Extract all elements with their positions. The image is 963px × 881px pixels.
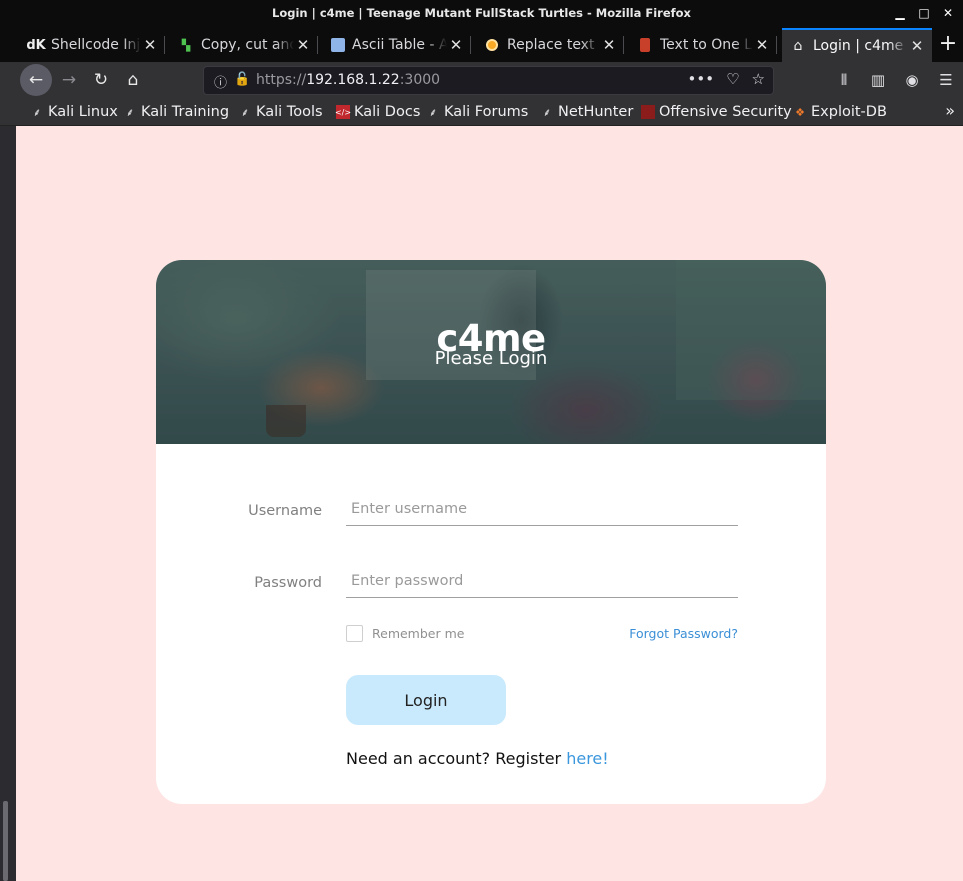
orange-dot-icon xyxy=(484,37,500,53)
bookmark-kali-docs[interactable]: </> Kali Docs xyxy=(335,102,420,122)
close-tab-icon[interactable]: ✕ xyxy=(141,36,159,54)
tab-copy-cut[interactable]: ▚ Copy, cut and paste ✕ xyxy=(170,28,318,62)
password-label: Password xyxy=(254,575,322,591)
bookmark-exploit-db[interactable]: ❖ Exploit-DB xyxy=(793,102,887,122)
kali-docs-icon: </> xyxy=(335,105,351,119)
login-button[interactable]: Login xyxy=(346,675,506,725)
exploitdb-icon: ❖ xyxy=(795,105,805,119)
home-icon: ⌂ xyxy=(793,38,803,54)
reload-icon[interactable]: ↻ xyxy=(86,65,116,95)
close-tab-icon[interactable]: ✕ xyxy=(294,36,312,54)
insecure-lock-icon[interactable]: 🔓 xyxy=(234,72,250,87)
home-icon[interactable]: ⌂ xyxy=(118,65,148,95)
close-tab-icon[interactable]: ✕ xyxy=(753,36,771,54)
bookmark-kali-linux[interactable]: ⸙ Kali Linux xyxy=(30,102,118,122)
bookmark-kali-training[interactable]: ⸙ Kali Training xyxy=(123,102,229,122)
login-subtitle: Please Login xyxy=(434,348,548,369)
username-row: Username xyxy=(156,493,826,533)
table-icon xyxy=(331,38,345,52)
text-icon xyxy=(637,37,653,53)
tab-shellcode[interactable]: dK Shellcode Injection ✕ xyxy=(20,28,165,62)
bookmark-nethunter[interactable]: ⸙ NetHunter xyxy=(540,102,633,122)
bookmarks-overflow-icon[interactable]: » xyxy=(945,101,955,120)
toolbar-right: ⫴ ▥ ◉ ☰ xyxy=(827,62,963,98)
url-text[interactable]: https://192.168.1.22:3000 xyxy=(256,72,440,88)
close-tab-icon[interactable]: ✕ xyxy=(447,36,465,54)
tab-login-c4me[interactable]: ⌂ Login | c4me | Teenage ✕ xyxy=(782,28,932,62)
url-actions: ••• ♡ ☆ xyxy=(688,70,765,88)
kali-dragon-icon: ⸙ xyxy=(32,105,42,119)
scrollbar-thumb[interactable] xyxy=(3,801,8,881)
left-scroll-strip xyxy=(0,126,16,881)
remember-label: Remember me xyxy=(372,626,465,641)
password-input[interactable] xyxy=(346,565,738,598)
close-tab-icon[interactable]: ✕ xyxy=(600,36,618,54)
pocket-icon[interactable]: ♡ xyxy=(726,70,739,88)
username-input[interactable] xyxy=(346,493,738,526)
info-icon[interactable]: ⓘ xyxy=(214,72,227,91)
bookmark-offensive-security[interactable]: Offensive Security xyxy=(641,102,792,122)
login-card: c4me Please Login Username Password Reme… xyxy=(156,260,826,804)
maximize-icon[interactable]: □ xyxy=(917,0,931,26)
menu-icon[interactable]: ☰ xyxy=(929,71,963,89)
hero-image: c4me Please Login xyxy=(156,260,826,444)
page-actions-icon[interactable]: ••• xyxy=(688,70,715,88)
kali-dragon-icon: ⸙ xyxy=(125,105,135,119)
window-titlebar: Login | c4me | Teenage Mutant FullStack … xyxy=(0,0,963,26)
account-icon[interactable]: ◉ xyxy=(895,71,929,89)
remember-checkbox[interactable] xyxy=(346,625,363,642)
dk-icon: dK xyxy=(26,37,46,53)
tab-ascii-table[interactable]: Ascii Table - ASCII ✕ xyxy=(323,28,471,62)
username-label: Username xyxy=(248,503,322,519)
bookmark-kali-tools[interactable]: ⸙ Kali Tools xyxy=(238,102,323,122)
window-title: Login | c4me | Teenage Mutant FullStack … xyxy=(272,6,691,20)
close-window-icon[interactable]: ✕ xyxy=(941,0,955,26)
address-bar[interactable]: ⓘ 🔓 https://192.168.1.22:3000 ••• ♡ ☆ xyxy=(203,66,774,95)
bookmark-kali-forums[interactable]: ⸙ Kali Forums xyxy=(426,102,528,122)
register-link[interactable]: here! xyxy=(566,749,608,768)
sidebar-icon[interactable]: ▥ xyxy=(861,71,895,89)
back-arrow-icon[interactable]: ← xyxy=(20,64,52,96)
window-controls: ▁ □ ✕ xyxy=(893,0,955,26)
tab-strip: dK Shellcode Injection ✕ ▚ Copy, cut and… xyxy=(0,26,963,62)
password-row: Password xyxy=(156,565,826,605)
terminal-icon: ▚ xyxy=(181,38,191,52)
kali-dragon-icon: ⸙ xyxy=(240,105,250,119)
register-text: Need an account? Register xyxy=(346,749,567,768)
remember-me[interactable]: Remember me xyxy=(346,625,464,642)
tab-text-one-line[interactable]: Text to One Line ✕ xyxy=(629,28,777,62)
close-tab-icon[interactable]: ✕ xyxy=(908,37,926,55)
navigation-toolbar: ← → ↻ ⌂ ⓘ 🔓 https://192.168.1.22:3000 ••… xyxy=(0,62,963,98)
minimize-icon[interactable]: ▁ xyxy=(893,0,907,26)
offsec-icon xyxy=(641,105,655,119)
library-icon[interactable]: ⫴ xyxy=(827,71,861,89)
nethunter-icon: ⸙ xyxy=(542,105,552,119)
tab-replace-text[interactable]: Replace text online ✕ xyxy=(476,28,624,62)
forward-arrow-icon[interactable]: → xyxy=(54,65,84,95)
bookmarks-toolbar: ⸙ Kali Linux ⸙ Kali Training ⸙ Kali Tools <… xyxy=(0,98,963,126)
kali-dragon-icon: ⸙ xyxy=(428,105,438,119)
new-tab-icon[interactable]: + xyxy=(933,28,963,62)
bookmark-star-icon[interactable]: ☆ xyxy=(752,70,765,88)
forgot-password-link[interactable]: Forgot Password? xyxy=(629,626,738,641)
register-prompt: Need an account? Register here! xyxy=(346,749,609,768)
